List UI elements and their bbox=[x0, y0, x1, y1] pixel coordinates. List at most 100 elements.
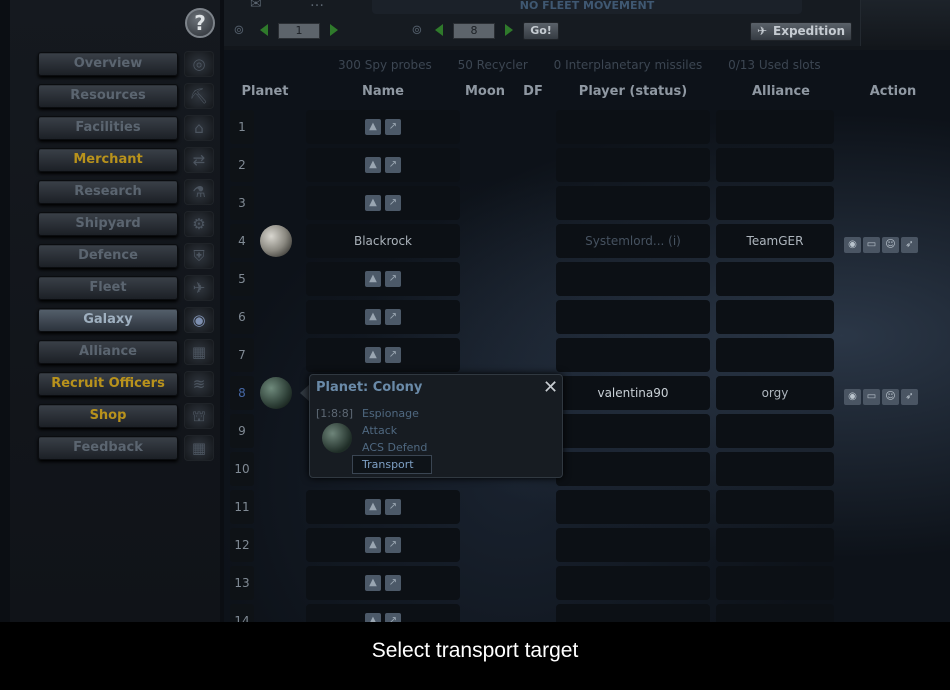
galaxy-toolbar: ✉ … NO FLEET MOVEMENT ⊚ 1 ⊚ 8 Go! ✈ Exped… bbox=[224, 0, 950, 46]
colonize-icon[interactable]: ▲ bbox=[365, 119, 381, 135]
galaxy-input[interactable]: 1 bbox=[278, 23, 320, 39]
help-icon[interactable]: ? bbox=[185, 8, 215, 38]
colonize-icon[interactable]: ▲ bbox=[365, 537, 381, 553]
espionage-icon[interactable]: ◉ bbox=[844, 389, 861, 405]
table-row: 5 ▲ ↗ bbox=[230, 262, 950, 298]
chat-icon[interactable]: … bbox=[310, 0, 324, 10]
send-fleet-icon[interactable]: ↗ bbox=[385, 499, 401, 515]
fleet-icon[interactable]: ✈ bbox=[184, 275, 214, 301]
menu-item-shipyard[interactable]: Shipyard bbox=[38, 212, 178, 236]
missile-icon[interactable]: ➶ bbox=[901, 389, 918, 405]
player-name[interactable]: Systemlord... (i) bbox=[556, 224, 710, 258]
colonize-icon[interactable]: ▲ bbox=[365, 575, 381, 591]
colonize-icon[interactable]: ▲ bbox=[365, 157, 381, 173]
expedition-label: Expedition bbox=[773, 24, 846, 38]
player-cell-empty bbox=[556, 262, 710, 296]
message-icon[interactable]: ▭ bbox=[863, 389, 880, 405]
buddy-icon[interactable]: ☺ bbox=[882, 389, 899, 405]
facilities-icon[interactable]: ⌂ bbox=[184, 115, 214, 141]
colonize-icon[interactable]: ▲ bbox=[365, 347, 381, 363]
galaxy-prev-arrow[interactable] bbox=[260, 24, 268, 36]
menu-item-research[interactable]: Research bbox=[38, 180, 178, 204]
send-fleet-icon[interactable]: ↗ bbox=[385, 157, 401, 173]
planet-image[interactable] bbox=[260, 225, 292, 257]
send-fleet-icon[interactable]: ↗ bbox=[385, 119, 401, 135]
alliance-name[interactable]: TeamGER bbox=[716, 224, 834, 258]
send-fleet-icon[interactable]: ↗ bbox=[385, 575, 401, 591]
attack-link[interactable]: Attack bbox=[362, 424, 397, 437]
send-fleet-icon[interactable]: ↗ bbox=[385, 537, 401, 553]
player-name[interactable]: valentina90 bbox=[556, 376, 710, 410]
send-fleet-icon[interactable]: ↗ bbox=[385, 309, 401, 325]
fleet-movement-status[interactable]: NO FLEET MOVEMENT bbox=[372, 0, 802, 14]
position-number: 10 bbox=[230, 452, 254, 486]
send-fleet-icon[interactable]: ↗ bbox=[385, 195, 401, 211]
menu-item-merchant[interactable]: Merchant bbox=[38, 148, 178, 172]
position-number: 1 bbox=[230, 110, 254, 144]
position-number: 6 bbox=[230, 300, 254, 334]
menu-item-overview[interactable]: Overview bbox=[38, 52, 178, 76]
system-prev-arrow[interactable] bbox=[435, 24, 443, 36]
send-fleet-icon[interactable]: ↗ bbox=[385, 271, 401, 287]
colonize-icon[interactable]: ▲ bbox=[365, 499, 381, 515]
espionage-link[interactable]: Espionage bbox=[362, 407, 419, 420]
menu-item-recruit-officers[interactable]: Recruit Officers bbox=[38, 372, 178, 396]
message-icon[interactable]: ▭ bbox=[863, 237, 880, 253]
buddy-icon[interactable]: ☺ bbox=[882, 237, 899, 253]
acs-defend-link[interactable]: ACS Defend bbox=[362, 441, 427, 454]
popup-coordinates: [1:8:8] bbox=[316, 407, 353, 420]
colonize-icon[interactable]: ▲ bbox=[365, 613, 381, 622]
menu-item-galaxy[interactable]: Galaxy bbox=[38, 308, 178, 332]
merchant-icon[interactable]: ⇄ bbox=[184, 147, 214, 173]
shipyard-icon[interactable]: ⚙ bbox=[184, 211, 214, 237]
table-row: 2 ▲ ↗ bbox=[230, 148, 950, 184]
planet-image[interactable] bbox=[260, 377, 292, 409]
resources-icon[interactable]: ⛏ bbox=[184, 83, 214, 109]
colonize-icon[interactable]: ▲ bbox=[365, 271, 381, 287]
alliance-name[interactable]: orgy bbox=[716, 376, 834, 410]
table-row: 13 ▲ ↗ bbox=[230, 566, 950, 602]
table-row: 7 ▲ ↗ bbox=[230, 338, 950, 374]
empty-slot: ▲ ↗ bbox=[306, 300, 460, 334]
missile-icon[interactable]: ➶ bbox=[901, 237, 918, 253]
close-icon[interactable]: ✕ bbox=[543, 377, 558, 398]
galaxy-icon[interactable]: ◉ bbox=[184, 307, 214, 333]
position-number: 13 bbox=[230, 566, 254, 600]
empty-slot: ▲ ↗ bbox=[306, 186, 460, 220]
research-icon[interactable]: ⚗ bbox=[184, 179, 214, 205]
galaxy-next-arrow[interactable] bbox=[330, 24, 338, 36]
recruit-officers-icon[interactable]: ≋ bbox=[184, 371, 214, 397]
alliance-icon[interactable]: ▦ bbox=[184, 339, 214, 365]
toolbar-decoration bbox=[860, 0, 950, 46]
envelope-icon[interactable]: ✉ bbox=[250, 0, 262, 12]
menu-item-fleet[interactable]: Fleet bbox=[38, 276, 178, 300]
espionage-icon[interactable]: ◉ bbox=[844, 237, 861, 253]
system-next-arrow[interactable] bbox=[505, 24, 513, 36]
planet-name[interactable]: Blackrock bbox=[306, 224, 460, 258]
menu-item-defence[interactable]: Defence bbox=[38, 244, 178, 268]
menu-item-feedback[interactable]: Feedback bbox=[38, 436, 178, 460]
feedback-icon[interactable]: ▦ bbox=[184, 435, 214, 461]
send-fleet-icon[interactable]: ↗ bbox=[385, 347, 401, 363]
galaxy-icon: ⊚ bbox=[233, 23, 245, 38]
system-input[interactable]: 8 bbox=[453, 23, 495, 39]
menu-item-shop[interactable]: Shop bbox=[38, 404, 178, 428]
player-cell-empty bbox=[556, 110, 710, 144]
menu-item-alliance[interactable]: Alliance bbox=[38, 340, 178, 364]
transport-link[interactable]: Transport bbox=[352, 455, 432, 474]
colonize-icon[interactable]: ▲ bbox=[365, 195, 381, 211]
go-button[interactable]: Go! bbox=[523, 22, 559, 40]
shop-icon[interactable]: ⛫ bbox=[184, 403, 214, 429]
overview-icon[interactable]: ◎ bbox=[184, 51, 214, 77]
alliance-cell-empty bbox=[716, 566, 834, 600]
empty-slot: ▲ ↗ bbox=[306, 262, 460, 296]
player-cell-empty bbox=[556, 414, 710, 448]
menu-item-resources[interactable]: Resources bbox=[38, 84, 178, 108]
position-number: 4 bbox=[230, 224, 254, 258]
used-slots: 0/13 Used slots bbox=[728, 58, 821, 72]
menu-item-facilities[interactable]: Facilities bbox=[38, 116, 178, 140]
colonize-icon[interactable]: ▲ bbox=[365, 309, 381, 325]
defence-icon[interactable]: ⛨ bbox=[184, 243, 214, 269]
send-fleet-icon[interactable]: ↗ bbox=[385, 613, 401, 622]
expedition-button[interactable]: ✈ Expedition bbox=[750, 22, 852, 41]
